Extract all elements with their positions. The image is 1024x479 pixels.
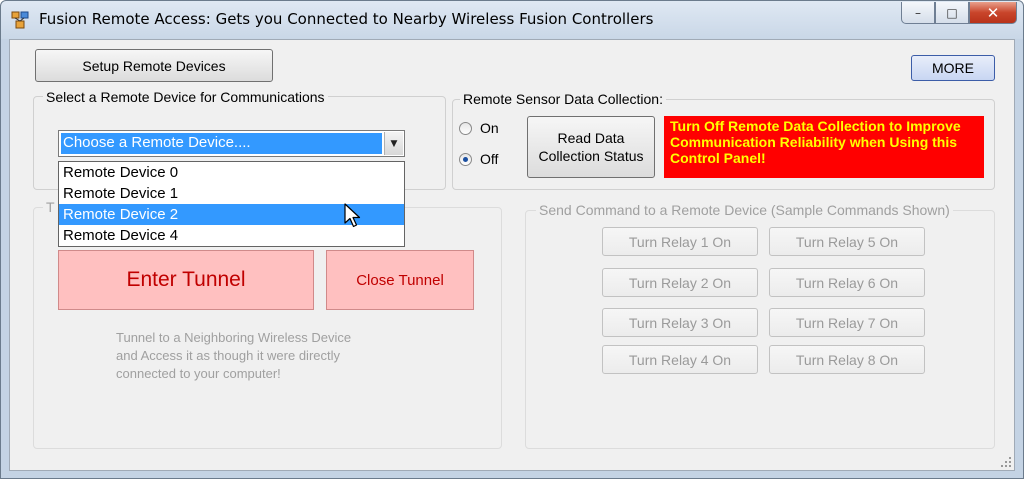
- radio-off[interactable]: Off: [459, 151, 498, 167]
- maximize-button[interactable]: □: [935, 2, 969, 24]
- dropdown-option[interactable]: Remote Device 1: [59, 183, 404, 204]
- radio-off-label: Off: [480, 151, 499, 167]
- relay-3-button[interactable]: Turn Relay 3 On: [602, 308, 758, 337]
- read-collection-status-button[interactable]: Read Data Collection Status: [527, 116, 655, 178]
- relay-5-button[interactable]: Turn Relay 5 On: [769, 227, 925, 256]
- relay-4-button[interactable]: Turn Relay 4 On: [602, 345, 758, 374]
- radio-off-circle[interactable]: [459, 152, 472, 166]
- tunnel-description: Tunnel to a Neighboring Wireless Device …: [116, 330, 352, 381]
- close-icon: ✕: [986, 3, 1000, 22]
- window-controls: – □ ✕: [901, 2, 1017, 24]
- more-button[interactable]: MORE: [911, 55, 995, 81]
- resize-grip-icon[interactable]: [1000, 456, 1012, 468]
- device-select-label: Select a Remote Device for Communication…: [43, 89, 328, 105]
- tunnel-group-label: T: [43, 199, 58, 215]
- radio-on-label: On: [480, 120, 499, 136]
- enter-tunnel-button[interactable]: Enter Tunnel: [58, 250, 314, 310]
- app-window: Fusion Remote Access: Gets you Connected…: [0, 0, 1024, 479]
- chevron-down-icon: ▼: [390, 138, 398, 149]
- relay-6-button[interactable]: Turn Relay 6 On: [769, 268, 925, 297]
- relay-2-button[interactable]: Turn Relay 2 On: [602, 268, 758, 297]
- maximize-icon: □: [946, 5, 958, 20]
- title-bar[interactable]: Fusion Remote Access: Gets you Connected…: [1, 1, 1023, 39]
- data-collection-warning: Turn Off Remote Data Collection to Impro…: [664, 116, 984, 178]
- close-tunnel-button[interactable]: Close Tunnel: [326, 250, 474, 310]
- combo-dropdown-button[interactable]: ▼: [384, 132, 403, 155]
- combo-selected-value: Choose a Remote Device....: [61, 133, 382, 154]
- radio-on-circle[interactable]: [459, 121, 472, 135]
- relay-1-button[interactable]: Turn Relay 1 On: [602, 227, 758, 256]
- remote-device-combo[interactable]: Choose a Remote Device.... ▼: [58, 130, 405, 157]
- network-app-icon: [11, 11, 29, 29]
- client-area: Setup Remote Devices MORE Select a Remot…: [9, 39, 1015, 471]
- sensor-collection-label: Remote Sensor Data Collection:: [460, 91, 666, 107]
- setup-remote-devices-button[interactable]: Setup Remote Devices: [35, 49, 273, 82]
- dropdown-option[interactable]: Remote Device 0: [59, 162, 404, 183]
- minimize-button[interactable]: –: [901, 2, 935, 24]
- relay-8-button[interactable]: Turn Relay 8 On: [769, 345, 925, 374]
- window-title: Fusion Remote Access: Gets you Connected…: [39, 10, 654, 28]
- minimize-icon: –: [915, 5, 921, 20]
- mouse-cursor-icon: [344, 203, 361, 228]
- radio-on[interactable]: On: [459, 120, 499, 136]
- close-button[interactable]: ✕: [969, 2, 1017, 24]
- commands-group-label: Send Command to a Remote Device (Sample …: [536, 202, 953, 218]
- relay-7-button[interactable]: Turn Relay 7 On: [769, 308, 925, 337]
